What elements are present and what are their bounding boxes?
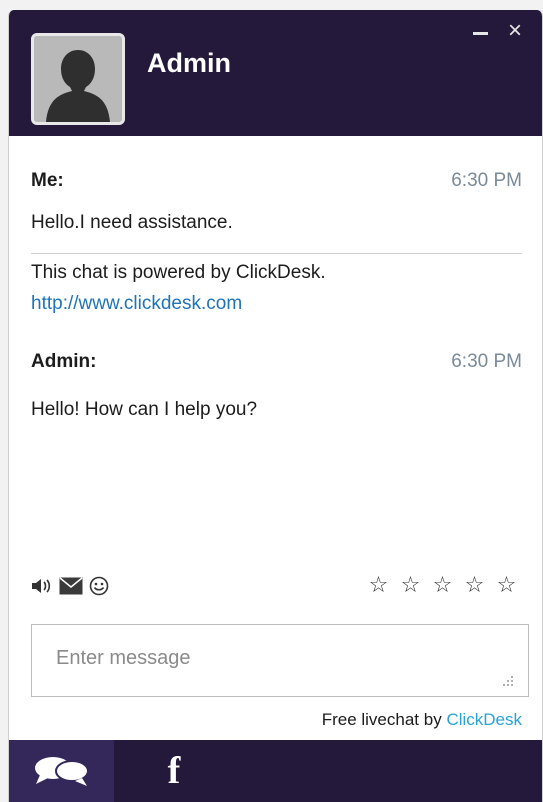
tab-facebook[interactable]: f <box>149 740 199 802</box>
divider <box>31 253 522 254</box>
system-notice: This chat is powered by ClickDesk. <box>31 262 326 283</box>
message-input[interactable] <box>32 625 528 696</box>
message-text: Hello! How can I help you? <box>31 399 258 420</box>
message-sender: Me: <box>31 170 64 191</box>
chat-toolbar <box>31 574 109 598</box>
message-header: Admin: 6:30 PM <box>31 351 522 373</box>
chat-bubbles-icon <box>34 757 89 786</box>
facebook-icon: f <box>167 750 181 792</box>
powered-by: Free livechat by ClickDesk <box>322 710 522 730</box>
message-time: 6:30 PM <box>451 170 522 191</box>
clickdesk-link[interactable]: http://www.clickdesk.com <box>31 293 242 314</box>
emoji-icon[interactable] <box>89 575 109 597</box>
user-silhouette-icon <box>34 36 122 122</box>
agent-avatar <box>31 33 125 125</box>
clickdesk-brand-link[interactable]: ClickDesk <box>446 710 522 729</box>
chat-widget: Admin × Me: 6:30 PM Hello.I need assista… <box>8 10 543 802</box>
message-input-box <box>31 624 529 697</box>
rating-star[interactable]: ☆ <box>429 572 456 598</box>
message-text: Hello.I need assistance. <box>31 212 233 233</box>
close-icon[interactable]: × <box>508 19 522 43</box>
message-header: Me: 6:30 PM <box>31 170 522 192</box>
agent-name: Admin <box>147 48 231 78</box>
rating-star[interactable]: ☆ <box>493 572 520 598</box>
message-sender: Admin: <box>31 351 97 372</box>
email-icon[interactable] <box>59 575 83 597</box>
system-notice-link-row: http://www.clickdesk.com <box>31 293 522 315</box>
rating-star[interactable]: ☆ <box>365 572 392 598</box>
powered-by-text: Free livechat by <box>321 710 442 729</box>
sound-icon[interactable] <box>31 575 53 597</box>
resize-grip-icon[interactable] <box>500 674 514 688</box>
rating-stars: ☆ ☆ ☆ ☆ ☆ <box>365 572 520 598</box>
chat-header: Admin × <box>9 10 542 136</box>
rating-star[interactable]: ☆ <box>461 572 488 598</box>
rating-star[interactable]: ☆ <box>397 572 424 598</box>
chat-footer: f <box>9 740 542 802</box>
message-time: 6:30 PM <box>451 351 522 372</box>
tab-chat[interactable] <box>9 740 114 802</box>
minimize-icon[interactable] <box>473 22 489 42</box>
